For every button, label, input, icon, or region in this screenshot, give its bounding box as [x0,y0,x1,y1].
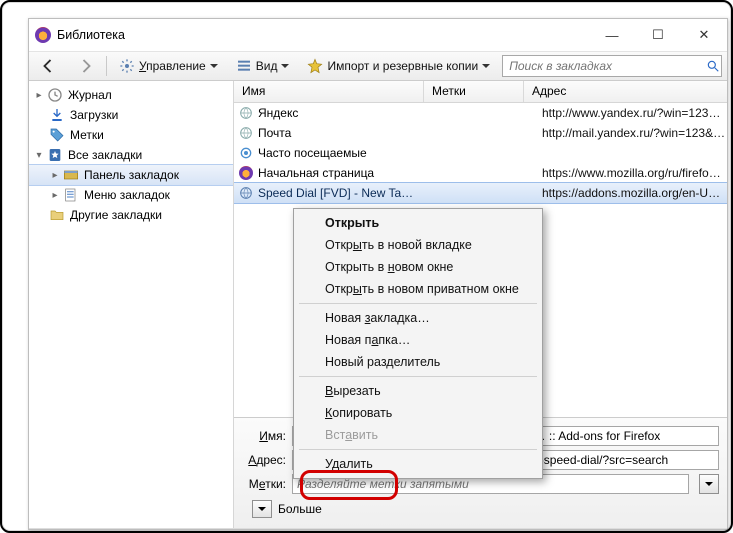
search-field[interactable] [502,55,722,77]
expand-icon[interactable]: ▸ [49,170,61,181]
toolbar: Управление Вид Импорт и резервные копии [29,51,727,81]
maximize-button[interactable]: ☐ [635,19,681,51]
more-toggle[interactable] [252,500,272,518]
globe-icon [238,125,254,141]
tree-bookmarks-menu[interactable]: ▸ Меню закладок [29,185,233,205]
firefox-icon [238,165,254,181]
list-item[interactable]: Почта http://mail.yandex.ru/?win=123&… [234,123,727,143]
name-label: Имя: [242,429,286,443]
tree-label: Панель закладок [81,168,179,182]
gear-icon [119,58,135,74]
manage-menu[interactable]: Управление [113,54,224,78]
titlebar: Библиотека — ☐ ✕ [29,19,727,51]
globe-icon [238,185,254,201]
ctx-delete[interactable]: Удалить [297,453,539,475]
globe-icon [238,105,254,121]
tag-icon [49,127,65,143]
list-item[interactable]: Начальная страница https://www.mozilla.o… [234,163,727,183]
search-icon [704,55,722,77]
ctx-cut[interactable]: Вырезать [297,380,539,402]
view-menu[interactable]: Вид [230,54,296,78]
item-address: http://www.yandex.ru/?win=123&… [542,106,727,120]
expand-icon[interactable]: ▸ [49,190,61,201]
item-name: Яндекс [258,106,442,120]
item-address: https://www.mozilla.org/ru/firefo… [542,166,727,180]
list-item[interactable]: Яндекс http://www.yandex.ru/?win=123&… [234,103,727,123]
arrow-left-icon [40,57,58,75]
back-button[interactable] [34,54,64,78]
ctx-separator [299,376,537,377]
more-label: Больше [278,502,322,516]
item-name: Speed Dial [FVD] - New Ta… [258,186,442,200]
ctx-new-folder[interactable]: Новая папка… [297,329,539,351]
firefox-icon [35,27,51,43]
window-title: Библиотека [57,28,125,42]
smart-folder-icon [238,145,254,161]
item-address: http://mail.yandex.ru/?win=123&… [542,126,727,140]
download-icon [49,107,65,123]
folder-icon [49,207,65,223]
tree-tags[interactable]: Метки [29,125,233,145]
tree-downloads[interactable]: Загрузки [29,105,233,125]
ctx-new-separator[interactable]: Новый разделитель [297,351,539,373]
sidebar-tree[interactable]: ▸ Журнал Загрузки Метки ▾ Все закладки ▸… [29,81,234,528]
forward-button[interactable] [70,54,100,78]
list-item-selected[interactable]: Speed Dial [FVD] - New Ta… https://addon… [234,183,727,203]
item-address: https://addons.mozilla.org/en-US… [542,186,727,200]
column-tags[interactable]: Метки [424,81,524,102]
toolbar-icon [63,167,79,183]
star-icon [307,58,323,74]
tree-other-bookmarks[interactable]: Другие закладки [29,205,233,225]
ctx-paste: Вставить [297,424,539,446]
view-label: Вид [256,59,278,73]
tree-history[interactable]: ▸ Журнал [29,85,233,105]
item-name: Часто посещаемые [258,146,442,160]
tree-label: Журнал [65,88,112,102]
bookmarks-icon [47,147,63,163]
list-item[interactable]: Часто посещаемые [234,143,727,163]
collapse-icon[interactable]: ▾ [33,150,45,161]
close-button[interactable]: ✕ [681,19,727,51]
clock-icon [47,87,63,103]
menu-icon [63,187,79,203]
ctx-open[interactable]: Открыть [297,212,539,234]
search-input[interactable] [507,58,717,74]
column-name[interactable]: Имя [234,81,424,102]
tree-label: Меню закладок [81,188,170,202]
item-name: Почта [258,126,442,140]
ctx-open-new-window[interactable]: Открыть в новом окне [297,256,539,278]
toolbar-separator [106,56,107,76]
columns-header[interactable]: Имя Метки Адрес [234,81,727,103]
tree-bookmarks-toolbar[interactable]: ▸ Панель закладок [29,165,233,185]
import-label: Импорт и резервные копии [327,59,478,73]
arrow-right-icon [76,57,94,75]
ctx-open-new-tab[interactable]: Открыть в новой вкладке [297,234,539,256]
minimize-button[interactable]: — [589,19,635,51]
column-address[interactable]: Адрес [524,81,727,102]
tree-all-bookmarks[interactable]: ▾ Все закладки [29,145,233,165]
ctx-separator [299,449,537,450]
item-name: Начальная страница [258,166,442,180]
ctx-new-bookmark[interactable]: Новая закладка… [297,307,539,329]
tags-label: Метки: [242,477,286,491]
list-icon [236,58,252,74]
tree-label: Загрузки [67,108,118,122]
context-menu: Открыть Открыть в новой вкладке Открыть … [293,208,543,479]
address-label: Адрес: [242,453,286,467]
ctx-open-private[interactable]: Открыть в новом приватном окне [297,278,539,300]
tags-dropdown[interactable] [699,474,719,494]
tree-label: Метки [67,128,104,142]
import-menu[interactable]: Импорт и резервные копии [301,54,496,78]
ctx-copy[interactable]: Копировать [297,402,539,424]
expand-icon[interactable]: ▸ [33,90,45,101]
tree-label: Другие закладки [67,208,162,222]
manage-label: Управление [139,59,206,73]
tree-label: Все закладки [65,148,142,162]
ctx-separator [299,303,537,304]
